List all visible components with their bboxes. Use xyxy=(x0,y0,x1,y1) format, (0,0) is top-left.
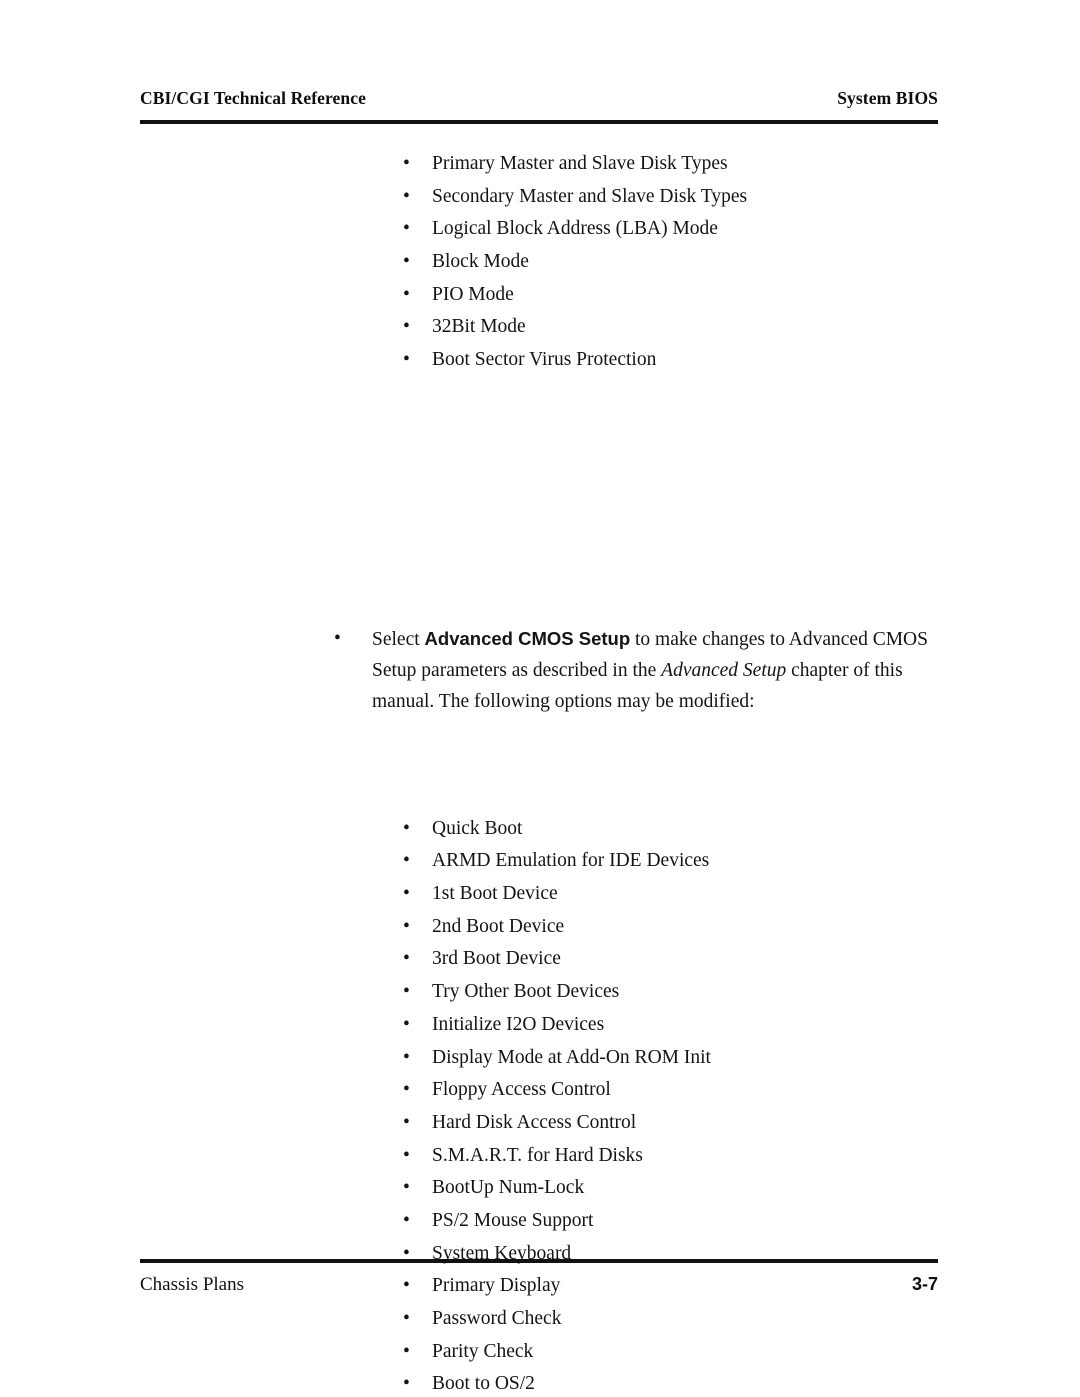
list-item-label: Initialize I2O Devices xyxy=(432,1013,605,1035)
list-item-label: Hard Disk Access Control xyxy=(432,1111,637,1133)
bullet-glyph-icon: • xyxy=(403,1373,410,1395)
list-item: • Logical Block Address (LBA) Mode xyxy=(0,213,1080,246)
bullet-glyph-icon: • xyxy=(403,251,410,273)
bullet-glyph-icon: • xyxy=(403,1111,410,1133)
list-item: • BootUp Num-Lock xyxy=(0,1172,1080,1205)
bullet-glyph-icon: • xyxy=(403,1209,410,1231)
bullet-glyph-icon: • xyxy=(403,1046,410,1068)
list-item-label: Floppy Access Control xyxy=(432,1079,611,1101)
bullet-glyph-icon: • xyxy=(403,915,410,937)
list-item: • Parity Check xyxy=(0,1336,1080,1369)
list-item: • Password Check xyxy=(0,1303,1080,1336)
list-item: • ARMD Emulation for IDE Devices xyxy=(0,845,1080,878)
bullet-glyph-icon: • xyxy=(403,817,410,839)
list-item: • Floppy Access Control xyxy=(0,1074,1080,1107)
paragraph-text: Select Advanced CMOS Setup to make chang… xyxy=(372,623,938,717)
footer-company-name: Chassis Plans xyxy=(140,1274,244,1295)
list-item: • Display Mode at Add-On ROM Init xyxy=(0,1042,1080,1075)
bullet-glyph-icon: • xyxy=(403,1308,410,1330)
page-body: • Primary Master and Slave Disk Types • Sec… xyxy=(0,148,1080,1394)
bullet-glyph-icon: • xyxy=(403,850,410,872)
bullet-glyph-icon: • xyxy=(403,1079,410,1101)
list-item: • 3rd Boot Device xyxy=(0,943,1080,976)
list-item-label: Display Mode at Add-On ROM Init xyxy=(432,1046,711,1068)
bullet-list-disk-options: • Primary Master and Slave Disk Types • Sec… xyxy=(0,148,1080,377)
list-item-label: Primary Master and Slave Disk Types xyxy=(432,153,728,174)
paragraph-advanced-cmos-setup: • Select Advanced CMOS Setup to make cha… xyxy=(0,623,1080,716)
list-item-label: 3rd Boot Device xyxy=(432,948,561,970)
bullet-glyph-icon: • xyxy=(403,981,410,1003)
list-item: • 2nd Boot Device xyxy=(0,911,1080,944)
bullet-glyph-icon: • xyxy=(403,1013,410,1035)
list-item-label: 32Bit Mode xyxy=(432,316,526,338)
paragraph-part-1: Select xyxy=(372,628,425,650)
footer-rule xyxy=(140,1259,938,1263)
list-item: • Quick Boot xyxy=(0,813,1080,846)
list-item: • Secondary Master and Slave Disk Types xyxy=(0,181,1080,214)
bullet-glyph-icon: • xyxy=(403,883,410,905)
list-item: • System Keyboard xyxy=(0,1238,1080,1271)
list-item-label: Logical Block Address (LBA) Mode xyxy=(432,218,718,240)
list-item-label: Parity Check xyxy=(432,1340,534,1362)
paragraph-bold-advanced-cmos-setup: Advanced CMOS Setup xyxy=(424,627,631,649)
list-item: • PS/2 Mouse Support xyxy=(0,1205,1080,1238)
list-item: • Primary Master and Slave Disk Types xyxy=(0,148,1080,181)
running-head: CBI/CGI Technical Reference System BIOS xyxy=(140,88,938,109)
list-item-label: Secondary Master and Slave Disk Types xyxy=(432,185,748,207)
list-item: • Initialize I2O Devices xyxy=(0,1009,1080,1042)
list-item: • Block Mode xyxy=(0,246,1080,279)
list-item-label: Block Mode xyxy=(432,251,529,273)
bullet-glyph-icon: • xyxy=(403,1144,410,1166)
bullet-glyph-icon: • xyxy=(334,627,341,649)
list-item-label: Boot to OS/2 xyxy=(432,1373,535,1395)
bullet-glyph-icon: • xyxy=(403,153,410,174)
list-item-label: S.M.A.R.T. for Hard Disks xyxy=(432,1144,643,1166)
list-item: • Boot Sector Virus Protection xyxy=(0,344,1080,377)
document-page: CBI/CGI Technical Reference System BIOS … xyxy=(0,0,1080,1397)
list-item: • 32Bit Mode xyxy=(0,311,1080,344)
list-item-label: 2nd Boot Device xyxy=(432,915,565,937)
header-left-title: CBI/CGI Technical Reference xyxy=(140,88,366,108)
list-item-label: PIO Mode xyxy=(432,283,514,305)
bullet-glyph-icon: • xyxy=(403,1242,410,1264)
list-item-label: BootUp Num-Lock xyxy=(432,1177,585,1199)
bullet-glyph-icon: • xyxy=(403,1340,410,1362)
footer-page-number: 3-7 xyxy=(911,1274,938,1294)
header-rule xyxy=(140,120,938,124)
list-item: • Boot to OS/2 xyxy=(0,1368,1080,1397)
list-item: • Try Other Boot Devices xyxy=(0,976,1080,1009)
header-right-title: System BIOS xyxy=(837,88,938,108)
bullet-glyph-icon: • xyxy=(403,283,410,305)
list-item-label: PS/2 Mouse Support xyxy=(432,1209,594,1231)
bullet-glyph-icon: • xyxy=(403,948,410,970)
page-footer: Chassis Plans 3-7 xyxy=(140,1274,938,1296)
list-item-label: Quick Boot xyxy=(432,817,523,839)
list-item-label: Password Check xyxy=(432,1308,562,1330)
list-item: • PIO Mode xyxy=(0,279,1080,312)
bullet-glyph-icon: • xyxy=(403,349,410,371)
bullet-glyph-icon: • xyxy=(403,316,410,338)
list-item-label: 1st Boot Device xyxy=(432,883,558,905)
paragraph-italic-advanced-setup: Advanced Setup xyxy=(661,659,787,681)
bullet-list-advanced-cmos-options: • Quick Boot • ARMD Emulation for IDE Devic… xyxy=(0,813,1080,1397)
list-item: • Hard Disk Access Control xyxy=(0,1107,1080,1140)
list-item: • S.M.A.R.T. for Hard Disks xyxy=(0,1140,1080,1173)
list-item-label: Try Other Boot Devices xyxy=(432,981,620,1003)
bullet-glyph-icon: • xyxy=(403,1177,410,1199)
list-item-label: System Keyboard xyxy=(432,1242,572,1264)
bullet-glyph-icon: • xyxy=(403,218,410,240)
list-item-label: Boot Sector Virus Protection xyxy=(432,349,657,371)
list-item: • 1st Boot Device xyxy=(0,878,1080,911)
bullet-glyph-icon: • xyxy=(403,185,410,207)
list-item-label: ARMD Emulation for IDE Devices xyxy=(432,850,710,872)
